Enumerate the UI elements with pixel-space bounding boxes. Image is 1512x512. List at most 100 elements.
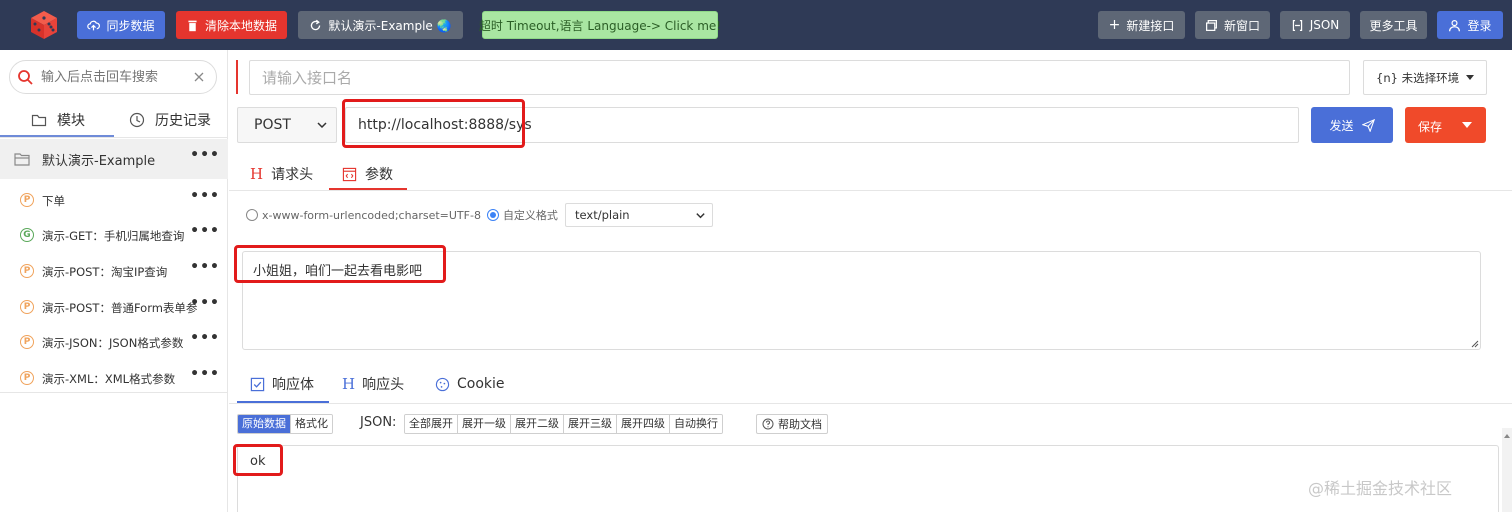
new-api-label: 新建接口 (1126, 18, 1175, 33)
word-wrap-button[interactable]: 自动换行 (670, 415, 722, 433)
post-method-badge: P (20, 264, 34, 278)
raw-data-button[interactable]: 原始数据 (238, 415, 291, 433)
timeout-language-button[interactable]: 超时 Timeout,语言 Language-> Click me! (479, 11, 721, 39)
search-icon (18, 70, 33, 85)
radio-custom-format[interactable] (486, 209, 499, 221)
expand-level-1-button[interactable]: 展开一级 (458, 415, 511, 433)
expand-level-3-button[interactable]: 展开三级 (564, 415, 617, 433)
get-method-badge: G (20, 228, 34, 242)
help-doc-button[interactable]: 帮助文档 (756, 414, 828, 434)
code-file-icon (342, 167, 357, 181)
tab-request-headers-label: 请求头 (271, 167, 314, 183)
more-tools-label: 更多工具 (1369, 18, 1418, 33)
folder-icon (31, 114, 47, 127)
tab-response-body-label: 响应体 (272, 377, 314, 393)
environment-label: {n} 未选择环境 (1376, 70, 1460, 85)
user-icon (1449, 19, 1461, 31)
new-window-button[interactable]: 新窗口 (1195, 11, 1270, 39)
caret-down-icon[interactable] (1462, 122, 1472, 128)
braces-icon (1292, 19, 1302, 31)
api-item[interactable]: P 演示-JSON：JSON格式参数 ••• (0, 325, 228, 360)
clock-icon (129, 112, 145, 128)
method-select[interactable]: POST (237, 107, 337, 143)
api-item[interactable]: P 演示-POST：淘宝IP查询 ••• (0, 254, 228, 289)
demo-project-label: 默认演示-Example 🌏 (328, 18, 452, 33)
more-options-icon[interactable]: ••• (190, 188, 220, 204)
save-button[interactable]: 保存 (1405, 107, 1486, 143)
sidebar: 模块 历史记录 默认演示-Example ••• P 下单 ••• G 演示-G… (0, 50, 228, 512)
search-input[interactable] (41, 68, 191, 86)
watermark: @稀土掘金技术社区 (1308, 479, 1453, 498)
help-icon (762, 418, 774, 430)
refresh-icon (311, 19, 321, 30)
top-toolbar: 同步数据 清除本地数据 默认演示-Example 🌏 超时 Timeout,语言… (0, 0, 1512, 50)
api-item[interactable]: P 下单 ••• (0, 183, 228, 218)
more-tools-button[interactable]: 更多工具 (1360, 11, 1427, 39)
api-name-input[interactable]: 请输入接口名 (249, 60, 1350, 95)
annotation-box-body (234, 245, 446, 283)
sidebar-tabs: 模块 历史记录 (0, 105, 228, 138)
checkbox-icon (250, 377, 265, 391)
api-item-label: 演示-POST：普通Form表单参 (42, 301, 198, 315)
more-options-icon[interactable]: ••• (190, 295, 220, 311)
post-method-badge: P (20, 300, 34, 314)
expand-all-button[interactable]: 全部展开 (405, 415, 458, 433)
clear-local-data-button[interactable]: 清除本地数据 (176, 11, 287, 39)
cookie-icon (435, 377, 450, 391)
cloud-upload-icon (87, 20, 101, 30)
sync-data-button[interactable]: 同步数据 (77, 11, 165, 39)
chevron-down-icon (317, 122, 327, 129)
content-type-select[interactable]: text/plain (565, 203, 713, 227)
tab-module[interactable]: 模块 (31, 105, 85, 135)
scroll-up-icon[interactable] (1504, 434, 1510, 438)
login-button[interactable]: 登录 (1437, 11, 1503, 39)
more-options-icon[interactable]: ••• (190, 147, 220, 163)
tab-response-body[interactable]: 响应体 (250, 371, 314, 397)
api-item-label: 演示-JSON：JSON格式参数 (42, 336, 184, 350)
caret-down-icon (1466, 75, 1474, 80)
radio-form-urlencoded[interactable] (246, 209, 258, 221)
api-item[interactable]: P 演示-XML：XML格式参数 ••• (0, 361, 228, 396)
post-method-badge: P (20, 193, 34, 207)
close-icon[interactable] (192, 70, 206, 84)
format-button[interactable]: 格式化 (291, 415, 332, 433)
divider (229, 403, 1512, 404)
more-options-icon[interactable]: ••• (190, 366, 220, 382)
divider (0, 137, 228, 138)
post-method-badge: P (20, 371, 34, 385)
tab-history[interactable]: 历史记录 (129, 105, 211, 135)
tab-params[interactable]: 参数 (342, 160, 393, 188)
json-button[interactable]: JSON (1280, 11, 1350, 39)
tab-response-headers[interactable]: H 响应头 (342, 371, 404, 397)
json-expand-buttons: 全部展开 展开一级 展开二级 展开三级 展开四级 自动换行 (404, 414, 723, 434)
send-button[interactable]: 发送 (1311, 107, 1393, 143)
folder-open-icon (14, 153, 30, 166)
new-window-label: 新窗口 (1223, 18, 1260, 33)
paper-plane-icon (1361, 118, 1375, 132)
resize-handle-icon[interactable] (1471, 340, 1479, 348)
header-icon: H (250, 165, 264, 183)
more-options-icon[interactable]: ••• (190, 330, 220, 346)
expand-level-4-button[interactable]: 展开四级 (617, 415, 670, 433)
expand-level-2-button[interactable]: 展开二级 (511, 415, 564, 433)
tab-request-headers[interactable]: H 请求头 (250, 160, 313, 188)
api-item[interactable]: P 演示-POST：普通Form表单参 ••• (0, 290, 228, 325)
demo-project-button[interactable]: 默认演示-Example 🌏 (298, 11, 463, 39)
accent-bar (236, 60, 238, 94)
search-box[interactable] (9, 60, 217, 94)
post-method-badge: P (20, 335, 34, 349)
trash-icon (188, 20, 197, 31)
more-options-icon[interactable]: ••• (190, 223, 220, 239)
scrollbar[interactable] (1502, 428, 1512, 512)
api-item[interactable]: G 演示-GET：手机归属地查询 ••• (0, 218, 228, 253)
tab-cookie[interactable]: Cookie (435, 371, 505, 397)
environment-select[interactable]: {n} 未选择环境 (1363, 60, 1487, 95)
api-item-label: 演示-POST：淘宝IP查询 (42, 265, 168, 279)
clear-local-data-label: 清除本地数据 (204, 18, 277, 33)
new-api-button[interactable]: + 新建接口 (1098, 11, 1185, 39)
module-group-default[interactable]: 默认演示-Example ••• (0, 139, 228, 179)
content-type-value: text/plain (575, 208, 630, 222)
json-label: JSON (1309, 18, 1340, 32)
annotation-box-response (233, 444, 283, 476)
more-options-icon[interactable]: ••• (190, 259, 220, 275)
